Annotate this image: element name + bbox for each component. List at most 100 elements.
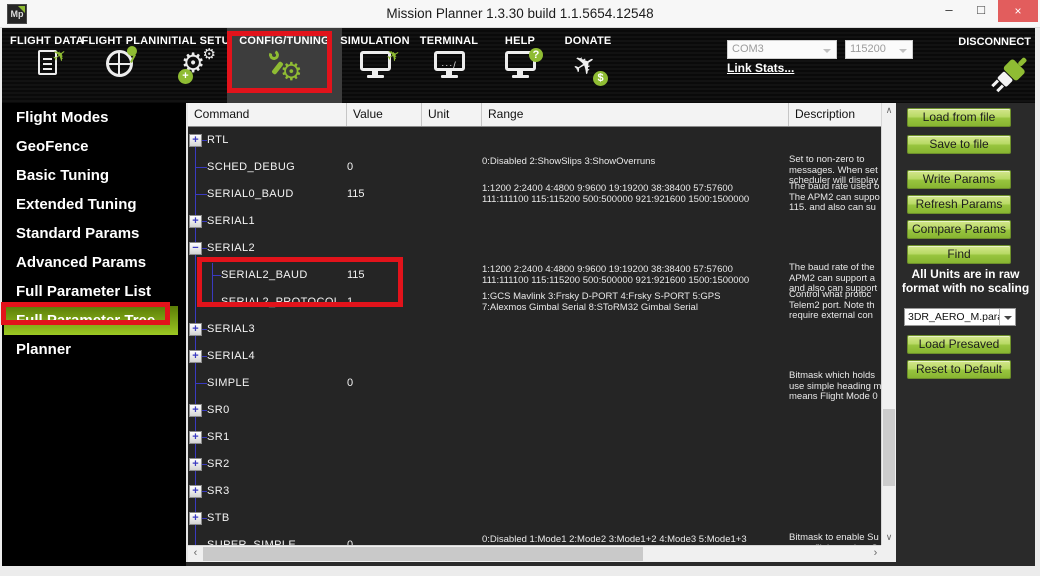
- sidebar-item-extended-tuning[interactable]: Extended Tuning: [2, 190, 186, 219]
- sidebar-item-full-parameter-tree[interactable]: Full Parameter Tree: [4, 306, 178, 335]
- param-name: SERIAL0_BAUD: [207, 181, 294, 208]
- load-presaved-button[interactable]: Load Presaved: [907, 335, 1011, 354]
- row-rtl[interactable]: +RTL: [188, 127, 883, 154]
- table-header: Command Value Unit Range Description: [188, 103, 883, 127]
- minimize-button[interactable]: –: [934, 0, 964, 22]
- tab-label: TERMINAL: [404, 35, 494, 47]
- row-super-simple[interactable]: SUPER_SIMPLE 0 0:Disabled 1:Mode1 2:Mode…: [188, 532, 883, 545]
- row-sched-debug[interactable]: SCHED_DEBUG 0 0:Disabled 2:ShowSlips 3:S…: [188, 154, 883, 181]
- baud-rate-select[interactable]: 115200: [845, 40, 913, 59]
- tab-donate[interactable]: DONATE ✈ $: [542, 28, 634, 103]
- params-action-panel: Load from file Save to file Write Params…: [896, 103, 1035, 566]
- row-sr2[interactable]: +SR2: [188, 451, 883, 478]
- row-serial3[interactable]: + SERIAL3: [188, 316, 883, 343]
- expand-toggle-icon[interactable]: +: [189, 458, 202, 471]
- row-simple[interactable]: SIMPLE 0 Bitmask which holdsuse simple h…: [188, 370, 883, 397]
- link-stats-link[interactable]: Link Stats...: [727, 61, 794, 75]
- tab-terminal[interactable]: TERMINAL ···/: [404, 28, 494, 103]
- sidebar-item-standard-params[interactable]: Standard Params: [2, 219, 186, 248]
- preset-file-select[interactable]: 3DR_AERO_M.para: [904, 308, 1016, 326]
- expand-toggle-icon[interactable]: +: [189, 215, 202, 228]
- disconnect-plug-icon[interactable]: [987, 50, 1033, 100]
- tab-config-tuning[interactable]: CONFIG/TUNING ⚙: [227, 28, 342, 103]
- expand-toggle-icon[interactable]: +: [189, 431, 202, 444]
- sidebar-item-basic-tuning[interactable]: Basic Tuning: [2, 161, 186, 190]
- units-note: All Units are in raw format with no scal…: [896, 267, 1035, 295]
- param-range: 1:1200 2:2400 4:4800 9:9600 19:19200 38:…: [482, 184, 785, 205]
- preset-file-value: 3DR_AERO_M.para: [905, 311, 999, 323]
- maximize-button[interactable]: □: [966, 0, 996, 22]
- window-title: Mission Planner 1.3.30 build 1.1.5654.12…: [0, 0, 1040, 27]
- param-value[interactable]: 0: [347, 532, 422, 545]
- expand-toggle-icon[interactable]: +: [189, 350, 202, 363]
- sidebar-item-full-parameter-list[interactable]: Full Parameter List: [2, 277, 186, 306]
- scroll-left-icon[interactable]: ‹: [188, 546, 203, 562]
- refresh-params-button[interactable]: Refresh Params: [907, 195, 1011, 214]
- row-serial1[interactable]: + SERIAL1: [188, 208, 883, 235]
- flight-data-icon: ✈: [25, 50, 69, 90]
- sidebar-item-geofence[interactable]: GeoFence: [2, 132, 186, 161]
- horizontal-scrollbar-thumb[interactable]: [203, 547, 643, 561]
- row-stb[interactable]: + STB: [188, 505, 883, 532]
- param-value[interactable]: 0: [347, 154, 422, 181]
- close-button[interactable]: ×: [998, 0, 1038, 22]
- flight-plan-icon: [97, 50, 141, 90]
- row-serial2[interactable]: −SERIAL2: [188, 235, 883, 262]
- chevron-down-icon[interactable]: [999, 309, 1015, 325]
- horizontal-scrollbar[interactable]: ‹ ›: [188, 545, 883, 562]
- com-port-select[interactable]: COM3: [727, 40, 837, 59]
- row-sr0[interactable]: + SR0: [188, 397, 883, 424]
- compare-params-button[interactable]: Compare Params: [907, 220, 1011, 239]
- scroll-up-icon[interactable]: ∧: [882, 103, 896, 118]
- param-value[interactable]: 1: [347, 289, 422, 316]
- app-window: Mp Mission Planner 1.3.30 build 1.1.5654…: [0, 0, 1040, 576]
- expand-toggle-icon[interactable]: +: [189, 485, 202, 498]
- content-area: Flight Modes GeoFence Basic Tuning Exten…: [2, 103, 1035, 566]
- tab-label: CONFIG/TUNING: [227, 35, 342, 47]
- row-serial2-baud[interactable]: SERIAL2_BAUD 115 1:1200 2:2400 4:4800 9:…: [188, 262, 883, 289]
- param-range: 1:GCS Mavlink 3:Frsky D-PORT 4:Frsky S-P…: [482, 292, 785, 313]
- param-range: 0:Disabled 2:ShowSlips 3:ShowOverruns: [482, 157, 785, 168]
- param-name: SCHED_DEBUG: [207, 154, 295, 181]
- vertical-scrollbar[interactable]: ∧ ∨: [881, 103, 896, 545]
- load-from-file-button[interactable]: Load from file: [907, 108, 1011, 127]
- save-to-file-button[interactable]: Save to file: [907, 135, 1011, 154]
- main-menu-bar: FLIGHT DATA ✈ FLIGHT PLAN INITIAL SETUP …: [2, 28, 1035, 103]
- reset-to-default-button[interactable]: Reset to Default: [907, 360, 1011, 379]
- row-sr1[interactable]: +SR1: [188, 424, 883, 451]
- gear-icon: ⚙: [280, 60, 302, 85]
- sidebar-item-planner[interactable]: Planner: [2, 335, 186, 364]
- column-header-command: Command: [188, 103, 347, 126]
- initial-setup-icon: ⚙ ⚙ +: [175, 48, 219, 88]
- group-name: SERIAL1: [207, 208, 255, 235]
- expand-toggle-icon[interactable]: +: [189, 404, 202, 417]
- row-sr3[interactable]: +SR3: [188, 478, 883, 505]
- collapse-toggle-icon[interactable]: −: [189, 242, 202, 255]
- param-value[interactable]: 115: [347, 181, 422, 208]
- vertical-scrollbar-thumb[interactable]: [883, 409, 895, 486]
- param-name: SERIAL2_BAUD: [221, 262, 308, 289]
- param-name: SERIAL2_PROTOCOL: [221, 289, 340, 316]
- config-tuning-icon: ⚙: [263, 48, 307, 88]
- expand-toggle-icon[interactable]: +: [189, 323, 202, 336]
- sidebar-item-flight-modes[interactable]: Flight Modes: [2, 103, 186, 132]
- row-serial4[interactable]: +SERIAL4: [188, 343, 883, 370]
- table-rows: +RTL SCHED_DEBUG 0 0:Disabled 2:ShowSlip…: [188, 127, 883, 545]
- find-button[interactable]: Find: [907, 245, 1011, 264]
- sidebar-item-advanced-params[interactable]: Advanced Params: [2, 248, 186, 277]
- write-params-button[interactable]: Write Params: [907, 170, 1011, 189]
- expand-toggle-icon[interactable]: +: [189, 134, 202, 147]
- parameter-tree-table: Command Value Unit Range Description +RT…: [186, 103, 896, 562]
- group-name: SERIAL3: [207, 316, 255, 343]
- dollar-badge-icon: $: [593, 71, 608, 86]
- param-value[interactable]: 115: [347, 262, 422, 289]
- group-name: SR0: [207, 397, 230, 424]
- param-value[interactable]: 0: [347, 370, 422, 397]
- config-sidebar: Flight Modes GeoFence Basic Tuning Exten…: [2, 103, 186, 566]
- expand-toggle-icon[interactable]: +: [189, 512, 202, 525]
- group-name: STB: [207, 505, 230, 532]
- help-icon: ?: [498, 51, 542, 91]
- scroll-down-icon[interactable]: ∨: [882, 530, 896, 545]
- row-serial2-protocol[interactable]: SERIAL2_PROTOCOL 1 1:GCS Mavlink 3:Frsky…: [188, 289, 883, 316]
- row-serial0-baud[interactable]: SERIAL0_BAUD 115 1:1200 2:2400 4:4800 9:…: [188, 181, 883, 208]
